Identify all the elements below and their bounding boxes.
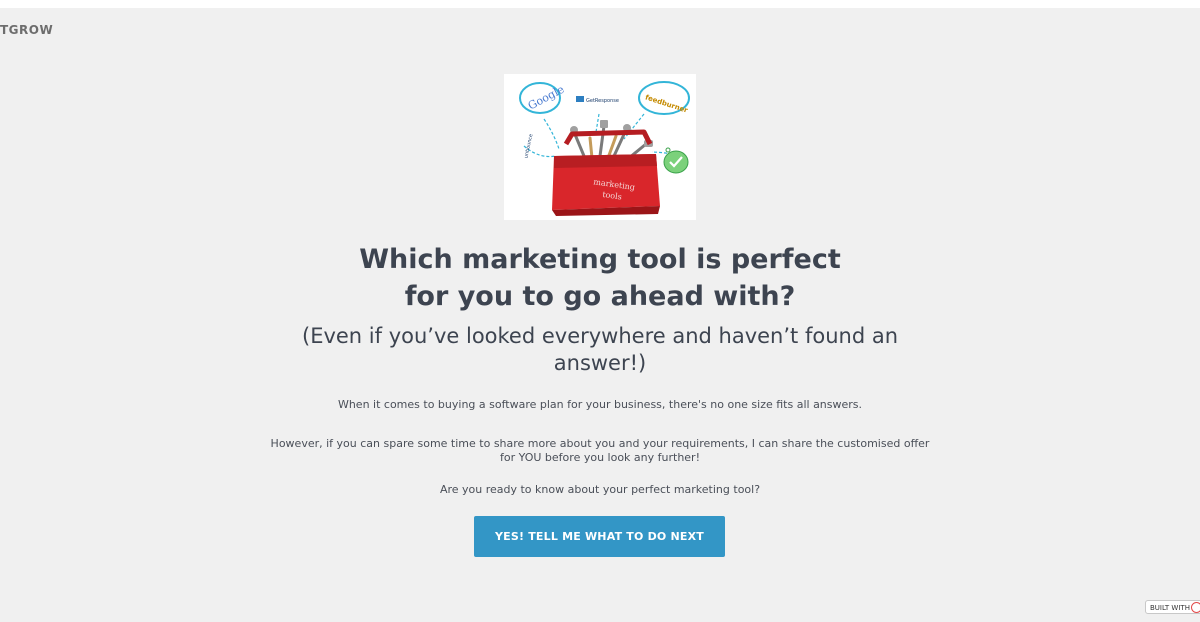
offer-paragraph: However, if you can spare some time to s… — [240, 437, 960, 465]
offer-paragraph-line2: for YOU before you look any further! — [499, 451, 700, 464]
brand-logo: TGROW — [0, 23, 54, 37]
page-title-line2: for you to go ahead with? — [404, 281, 796, 312]
page-subtitle: (Even if you’ve looked everywhere and ha… — [250, 323, 950, 377]
checkmark-badge-icon — [663, 147, 689, 174]
page-subtitle-line2: answer!) — [553, 351, 647, 375]
page-subtitle-line1: (Even if you’ve looked everywhere and ha… — [302, 324, 898, 348]
built-with-badge[interactable]: BUILT WITH — [1145, 600, 1200, 614]
page-title-line1: Which marketing tool is perfect — [359, 244, 841, 275]
unbounce-logo-icon: unbounce — [523, 133, 534, 158]
svg-text:GetResponse: GetResponse — [586, 98, 619, 104]
built-with-label: BUILT WITH — [1150, 604, 1190, 612]
builder-logo-icon — [1191, 602, 1200, 613]
feedburner-logo-icon: feedburner — [638, 81, 690, 115]
page-background: TGROW Google GetResponse feedburner unbo… — [0, 8, 1200, 622]
offer-paragraph-line1: However, if you can spare some time to s… — [270, 437, 930, 450]
start-quiz-button[interactable]: YES! TELL ME WHAT TO DO NEXT — [474, 516, 725, 557]
question-paragraph: Are you ready to know about your perfect… — [439, 483, 761, 496]
hero-image: Google GetResponse feedburner unbounce m… — [504, 74, 696, 220]
svg-text:unbounce: unbounce — [523, 133, 534, 158]
getresponse-logo-icon: GetResponse — [576, 96, 619, 104]
intro-paragraph: When it comes to buying a software plan … — [337, 398, 863, 411]
google-logo-icon: Google — [519, 82, 566, 114]
page-title: Which marketing tool is perfect for you … — [200, 241, 1000, 315]
marketing-tools-illustration: Google GetResponse feedburner unbounce m… — [519, 81, 690, 216]
